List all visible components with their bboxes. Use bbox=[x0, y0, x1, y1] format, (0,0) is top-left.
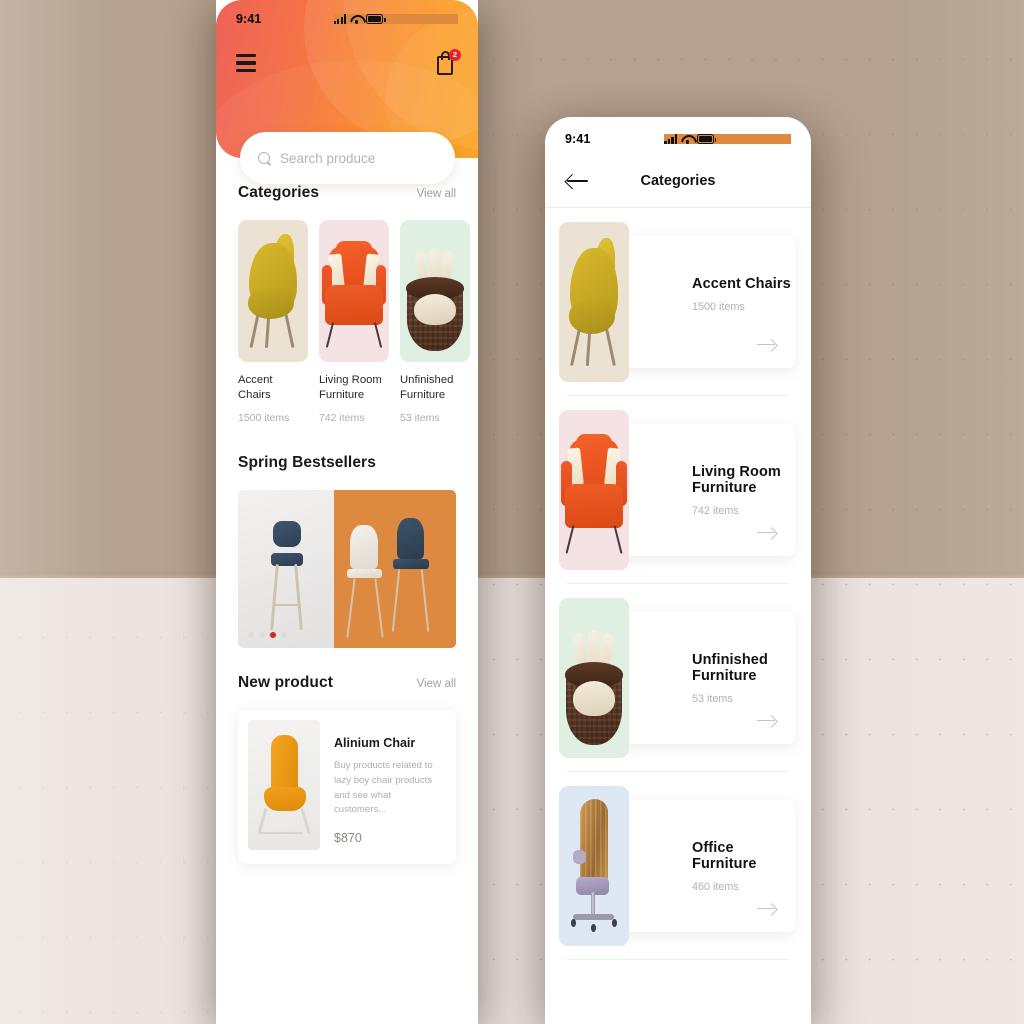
spring-banner-carousel[interactable] bbox=[238, 489, 456, 648]
product-info: Alinium Chair Buy products related to la… bbox=[334, 720, 444, 850]
category-count: 1500 items bbox=[238, 411, 290, 424]
category-thumbnail bbox=[238, 220, 308, 362]
carousel-dot[interactable] bbox=[281, 631, 287, 638]
battery-icon bbox=[366, 14, 386, 24]
new-product-view-all-link[interactable]: View all bbox=[417, 678, 456, 690]
alinium-chair-illustration bbox=[248, 720, 320, 850]
new-product-title: New product bbox=[238, 673, 333, 691]
list-item[interactable]: Office Furniture 460 items bbox=[545, 772, 811, 960]
orange-armchair-illustration bbox=[559, 410, 629, 570]
list-item-text: Accent Chairs 1500 items bbox=[692, 276, 791, 313]
list-item-name: Unfinished Furniture bbox=[692, 652, 768, 684]
product-description: Buy products related to lazy boy chair p… bbox=[334, 759, 433, 816]
list-item[interactable]: Accent Chairs 1500 items bbox=[545, 208, 811, 396]
search-bar[interactable]: Search produce bbox=[240, 132, 455, 184]
spring-bestsellers-section: Spring Bestsellers bbox=[216, 454, 478, 648]
cellular-signal-icon bbox=[333, 14, 347, 24]
cart-badge: 2 bbox=[449, 49, 461, 61]
status-indicators bbox=[664, 134, 791, 144]
list-item-thumbnail bbox=[559, 410, 629, 570]
new-product-section: New product View all Alinium Chair Buy p… bbox=[216, 674, 478, 864]
list-item-count: 1500 items bbox=[692, 301, 745, 313]
list-item-name: Accent Chairs bbox=[692, 276, 791, 292]
list-item-thumbnail bbox=[559, 786, 629, 946]
spring-title: Spring Bestsellers bbox=[238, 453, 376, 471]
wifi-icon bbox=[681, 134, 693, 144]
category-name: Unfinished Furniture bbox=[400, 374, 454, 401]
yellow-wing-chair-illustration bbox=[238, 220, 308, 362]
categories-title: Categories bbox=[238, 184, 320, 201]
home-content: Categories View all Accent Chairs 1500 i… bbox=[216, 184, 478, 864]
list-item-name: Living Room Furniture bbox=[692, 464, 781, 496]
status-bar: 9:41 bbox=[216, 0, 478, 34]
search-icon bbox=[258, 151, 271, 165]
product-price: $870 bbox=[334, 831, 362, 846]
shopping-bag-icon[interactable]: 2 bbox=[436, 49, 461, 76]
banner-chairs-illustration bbox=[334, 490, 456, 648]
wifi-icon bbox=[350, 14, 362, 24]
category-thumbnail bbox=[400, 220, 470, 362]
list-item-count: 460 items bbox=[692, 881, 739, 893]
categories-carousel[interactable]: Accent Chairs 1500 items Living Room Fur… bbox=[216, 220, 478, 424]
office-chair-illustration bbox=[559, 786, 629, 946]
new-product-section-header: New product View all bbox=[216, 674, 478, 692]
list-item-text: Unfinished Furniture 53 items bbox=[692, 652, 795, 705]
categories-view-all-link[interactable]: View all bbox=[417, 188, 456, 200]
arrow-right-icon[interactable] bbox=[757, 903, 777, 915]
background-vignette bbox=[0, 0, 1024, 1024]
category-card[interactable]: Accent Chairs 1500 items bbox=[238, 220, 308, 424]
arrow-right-icon[interactable] bbox=[757, 527, 777, 539]
back-arrow-icon[interactable] bbox=[567, 173, 589, 189]
categories-nav-bar: Categories bbox=[545, 151, 811, 207]
categories-list: Accent Chairs 1500 items Living Room Fur… bbox=[545, 208, 811, 960]
home-nav-row: 2 bbox=[216, 34, 478, 76]
list-item-text: Living Room Furniture 742 items bbox=[692, 464, 795, 517]
arrow-right-icon[interactable] bbox=[757, 715, 777, 727]
arrow-right-icon[interactable] bbox=[757, 339, 777, 351]
status-time: 9:41 bbox=[565, 132, 591, 146]
category-card[interactable]: Living Room Furniture 742 items bbox=[319, 220, 389, 424]
category-count: 53 items bbox=[400, 411, 440, 424]
category-name: Living Room Furniture bbox=[319, 374, 382, 401]
list-item-text: Office Furniture 460 items bbox=[692, 840, 795, 893]
categories-section-header: Categories View all bbox=[216, 184, 478, 202]
banner-panel-right bbox=[333, 489, 456, 648]
page-backdrop bbox=[0, 0, 1024, 1024]
phone-home-screen: 9:41 2 Search produce Categories View al… bbox=[216, 0, 478, 1024]
spring-section-header: Spring Bestsellers bbox=[216, 454, 478, 472]
bar-stool-illustration bbox=[238, 490, 334, 648]
yellow-wing-chair-illustration bbox=[559, 222, 629, 382]
carousel-dot[interactable] bbox=[259, 631, 265, 638]
battery-icon bbox=[697, 134, 717, 144]
product-name: Alinium Chair bbox=[334, 735, 416, 750]
list-item-count: 53 items bbox=[692, 693, 733, 705]
hamburger-menu-icon[interactable] bbox=[236, 53, 256, 73]
list-item-name: Office Furniture bbox=[692, 840, 757, 872]
search-input[interactable]: Search produce bbox=[280, 151, 375, 166]
status-indicators bbox=[333, 14, 458, 24]
list-item[interactable]: Unfinished Furniture 53 items bbox=[545, 584, 811, 772]
status-bar: 9:41 bbox=[545, 117, 811, 151]
list-item-thumbnail bbox=[559, 598, 629, 758]
cellular-signal-icon bbox=[664, 134, 678, 144]
category-card[interactable]: Unfinished Furniture 53 items bbox=[400, 220, 470, 424]
carousel-dot[interactable] bbox=[248, 631, 254, 638]
orange-armchair-illustration bbox=[319, 220, 389, 362]
list-item-count: 742 items bbox=[692, 505, 739, 517]
banner-panel-left bbox=[238, 489, 334, 648]
product-card[interactable]: Alinium Chair Buy products related to la… bbox=[238, 709, 456, 864]
category-count: 742 items bbox=[319, 411, 365, 424]
list-divider bbox=[567, 959, 789, 960]
wicker-basket-chair-illustration bbox=[400, 220, 470, 362]
product-thumbnail bbox=[248, 719, 320, 850]
list-item[interactable]: Living Room Furniture 742 items bbox=[545, 396, 811, 584]
list-item-thumbnail bbox=[559, 222, 629, 382]
status-time: 9:41 bbox=[236, 12, 262, 26]
category-thumbnail bbox=[319, 220, 389, 362]
category-name: Accent Chairs bbox=[238, 374, 273, 401]
phone-categories-screen: 9:41 Categories Accent Chairs 1500 items bbox=[545, 117, 811, 1024]
wicker-basket-chair-illustration bbox=[559, 598, 629, 758]
carousel-dot-active[interactable] bbox=[270, 631, 276, 638]
carousel-dots[interactable] bbox=[248, 631, 287, 638]
